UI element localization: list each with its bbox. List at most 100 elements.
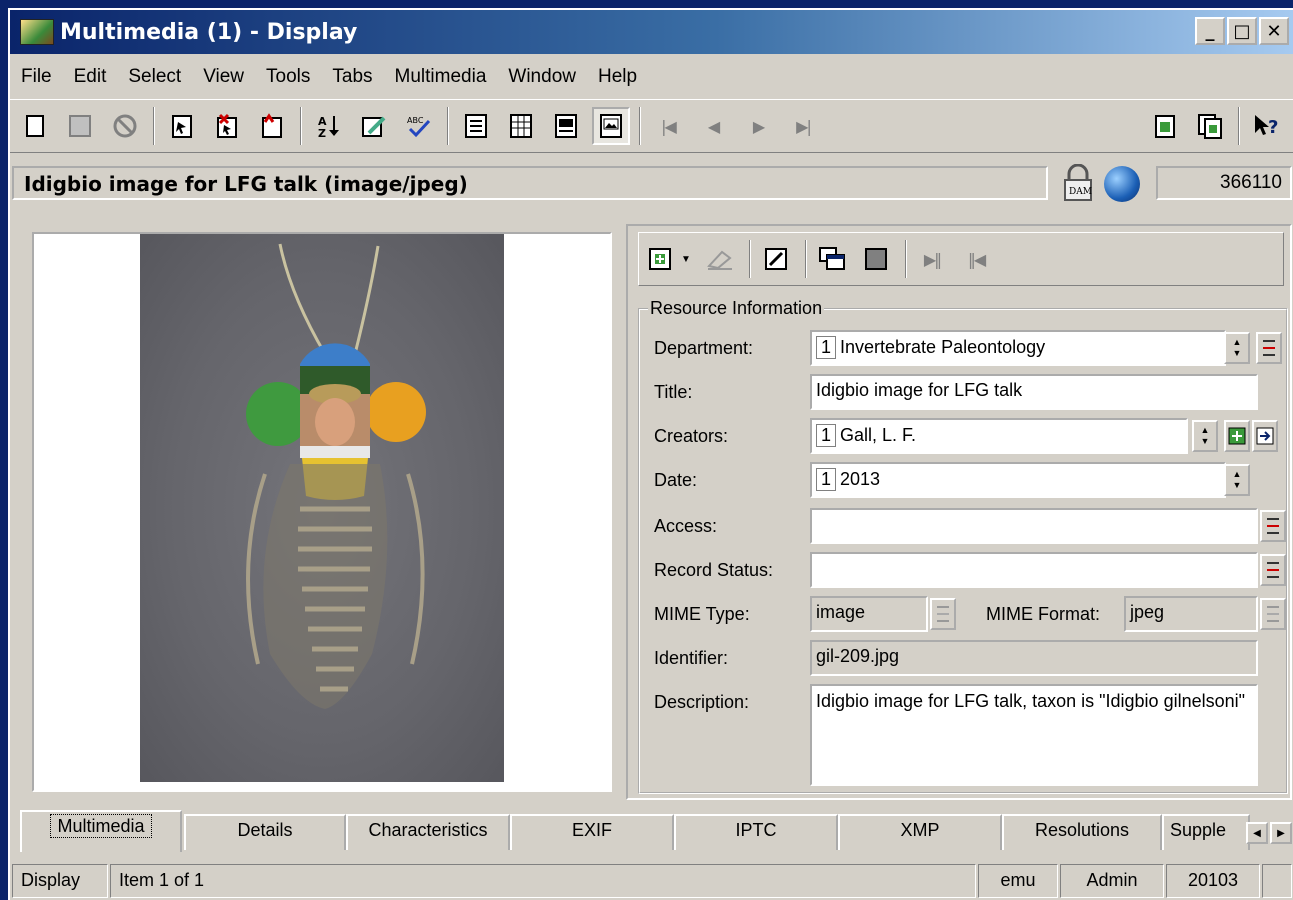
tab-resolutions[interactable]: Resolutions: [1002, 814, 1162, 850]
tab-supplementary[interactable]: Supple: [1162, 814, 1250, 850]
main-toolbar: AZ ABC |◀ ◀ ▶ ▶| ?: [10, 99, 1293, 153]
tab-exif[interactable]: EXIF: [510, 814, 674, 850]
globe-icon[interactable]: [1104, 166, 1140, 202]
spell-check-button[interactable]: ABC: [400, 107, 438, 145]
tab-scroll-right-button[interactable]: ▶: [1270, 822, 1292, 844]
creators-link-button[interactable]: [1252, 420, 1278, 452]
creators-add-button[interactable]: [1224, 420, 1250, 452]
menu-tools[interactable]: Tools: [255, 66, 321, 88]
tab-iptc[interactable]: IPTC: [674, 814, 838, 850]
image-preview-panel[interactable]: [32, 232, 612, 792]
play-pause-button[interactable]: ▶‖: [915, 242, 949, 276]
status-user: Admin: [1060, 864, 1164, 898]
previous-record-button[interactable]: ◀: [694, 107, 732, 145]
maximize-button[interactable]: □: [1227, 17, 1257, 45]
record-title: Idigbio image for LFG talk (image/jpeg): [12, 166, 1048, 200]
creators-field[interactable]: 1 Gall, L. F.: [810, 418, 1188, 454]
insert-button[interactable]: [643, 242, 677, 276]
toolbar-separator: [1238, 107, 1240, 145]
tab-multimedia[interactable]: Multimedia: [20, 810, 182, 852]
resize-grip-icon[interactable]: [1262, 864, 1292, 898]
first-record-button[interactable]: |◀: [649, 107, 687, 145]
new-document-icon: [26, 115, 44, 137]
menu-tabs[interactable]: Tabs: [321, 66, 383, 88]
record-irn: 366110: [1156, 166, 1292, 200]
tab-scroll-left-button[interactable]: ◀: [1246, 822, 1268, 844]
attach-record-icon: [262, 113, 282, 138]
close-button[interactable]: ✕: [1259, 17, 1289, 45]
record-title-bar: Idigbio image for LFG talk (image/jpeg) …: [10, 162, 1293, 202]
page-view-button[interactable]: [547, 107, 585, 145]
mime-type-field[interactable]: image: [810, 596, 928, 632]
open-resource-button[interactable]: [815, 242, 849, 276]
mime-type-lookup-button[interactable]: [930, 598, 956, 630]
help-pointer-icon: ?: [1255, 115, 1278, 138]
copy-record-button[interactable]: [1146, 107, 1184, 145]
eraser-icon: [707, 250, 732, 270]
date-field[interactable]: 1 2013: [810, 462, 1226, 498]
attach-record-button[interactable]: [253, 107, 291, 145]
status-bar: Display Item 1 of 1 emu Admin 20103: [10, 862, 1293, 900]
menu-file[interactable]: File: [10, 66, 63, 88]
duplicate-record-button[interactable]: [1191, 107, 1229, 145]
last-record-button[interactable]: ▶|: [784, 107, 822, 145]
record-status-lookup-button[interactable]: [1260, 554, 1286, 586]
title-bar[interactable]: Multimedia (1) - Display _ □ ✕: [10, 10, 1293, 54]
tab-xmp[interactable]: XMP: [838, 814, 1002, 850]
department-spinner[interactable]: ▲ ▼: [1224, 332, 1250, 364]
resource-information-legend: Resource Information: [648, 298, 825, 319]
department-lookup-button[interactable]: [1256, 332, 1282, 364]
minimize-button[interactable]: _: [1195, 17, 1225, 45]
status-database: emu: [978, 864, 1058, 898]
sort-button[interactable]: AZ: [310, 107, 348, 145]
resource-panel: ▼ ▶‖ ‖◀ Resource Information Department:…: [626, 224, 1292, 800]
mime-format-lookup-button[interactable]: [1260, 598, 1286, 630]
menu-help[interactable]: Help: [587, 66, 648, 88]
menu-select[interactable]: Select: [117, 66, 192, 88]
context-help-button[interactable]: ?: [1248, 107, 1286, 145]
menu-edit[interactable]: Edit: [63, 66, 118, 88]
status-mode: Display: [12, 864, 108, 898]
clear-button[interactable]: [703, 242, 737, 276]
next-record-button[interactable]: ▶: [739, 107, 777, 145]
menu-bar: File Edit Select View Tools Tabs Multime…: [10, 60, 648, 94]
save-resource-button[interactable]: [859, 242, 893, 276]
grid-view-button[interactable]: [502, 107, 540, 145]
record-status-field[interactable]: [810, 552, 1258, 588]
edit-resource-button[interactable]: [759, 242, 793, 276]
menu-multimedia[interactable]: Multimedia: [384, 66, 498, 88]
insert-dropdown-arrow[interactable]: ▼: [679, 242, 693, 276]
resource-toolbar: ▼ ▶‖ ‖◀: [638, 232, 1284, 286]
details-view-button[interactable]: [457, 107, 495, 145]
title-field[interactable]: Idigbio image for LFG talk: [810, 374, 1258, 410]
access-field[interactable]: [810, 508, 1258, 544]
menu-window[interactable]: Window: [497, 66, 587, 88]
cancel-button[interactable]: [106, 107, 144, 145]
search-record-button[interactable]: [163, 107, 201, 145]
menu-view[interactable]: View: [192, 66, 255, 88]
creators-spinner[interactable]: ▲ ▼: [1192, 420, 1218, 452]
toolbar-separator: [749, 240, 751, 278]
access-lookup-button[interactable]: [1260, 510, 1286, 542]
image-view-button[interactable]: [592, 107, 630, 145]
delete-record-button[interactable]: [208, 107, 246, 145]
play-pause-icon: ▶‖: [923, 249, 942, 269]
identifier-field[interactable]: gil-209.jpg: [810, 640, 1258, 676]
save-button[interactable]: [61, 107, 99, 145]
tab-details[interactable]: Details: [184, 814, 346, 850]
dam-lock-icon[interactable]: DAM: [1060, 164, 1096, 202]
delete-record-icon: [217, 113, 237, 138]
step-back-button[interactable]: ‖◀: [959, 242, 993, 276]
edit-notes-button[interactable]: [355, 107, 393, 145]
new-record-button[interactable]: [16, 107, 54, 145]
toolbar-separator: [805, 240, 807, 278]
tab-characteristics[interactable]: Characteristics: [346, 814, 510, 850]
record-status-label: Record Status:: [654, 560, 774, 580]
fossil-photo: [140, 234, 504, 782]
department-field[interactable]: 1 Invertebrate Paleontology: [810, 330, 1226, 366]
date-spinner[interactable]: ▲ ▼: [1224, 464, 1250, 496]
mime-format-field[interactable]: jpeg: [1124, 596, 1258, 632]
toolbar-separator: [300, 107, 302, 145]
description-field[interactable]: Idigbio image for LFG talk, taxon is "Id…: [810, 684, 1258, 786]
grid-view-icon: [510, 114, 532, 138]
